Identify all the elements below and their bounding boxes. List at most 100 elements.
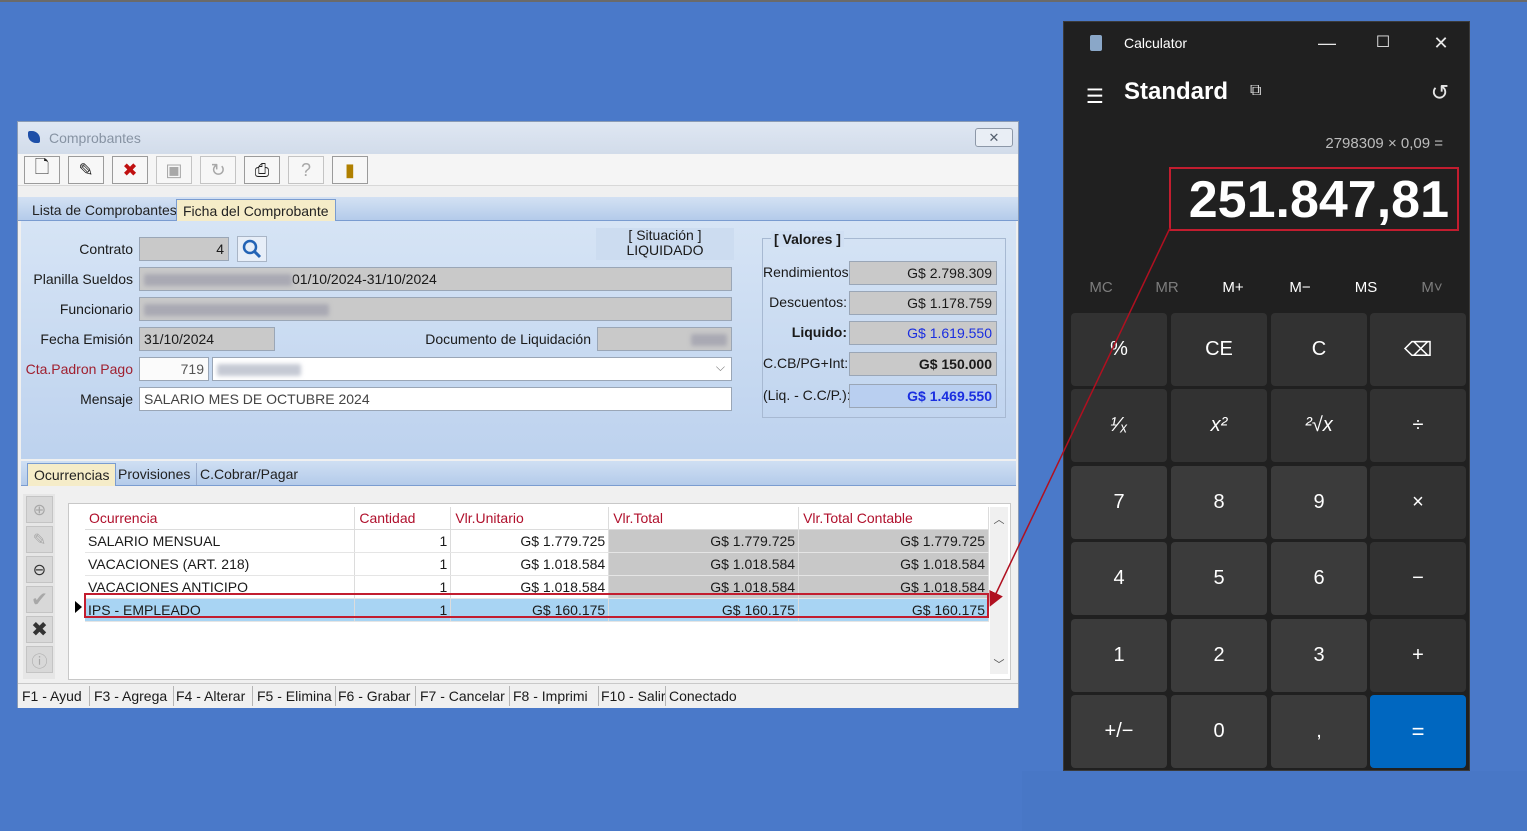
- new-doc-icon[interactable]: 🗋: [24, 156, 60, 184]
- decimal-button[interactable]: ,: [1271, 695, 1367, 768]
- fecha-emision-field[interactable]: 31/10/2024: [139, 327, 275, 351]
- cell-vlr-total-contable: G$ 1.018.584: [798, 552, 989, 576]
- planilla-field[interactable]: 01/10/2024-31/10/2024: [139, 267, 732, 291]
- calculator-icon: [1090, 35, 1102, 51]
- contrato-field[interactable]: 4: [139, 237, 229, 261]
- table-row[interactable]: VACACIONES (ART. 218) 1 G$ 1.018.584 G$ …: [85, 552, 989, 576]
- status-f7[interactable]: F7 - Cancelar: [420, 688, 508, 704]
- cta-padron-select[interactable]: ⌵: [212, 357, 732, 381]
- divide-button[interactable]: ÷: [1370, 389, 1466, 462]
- print-icon[interactable]: ⎙: [244, 156, 280, 184]
- digit-3-button[interactable]: 3: [1271, 619, 1367, 692]
- help-icon[interactable]: ?: [288, 156, 324, 184]
- memory-list-button[interactable]: M˅: [1400, 279, 1464, 296]
- edit-row-icon[interactable]: ✎: [26, 526, 53, 553]
- status-f1[interactable]: F1 - Ayud: [22, 688, 88, 704]
- digit-5-button[interactable]: 5: [1171, 542, 1267, 615]
- status-f8[interactable]: F8 - Imprimi: [513, 688, 597, 704]
- table-row[interactable]: SALARIO MENSUAL 1 G$ 1.779.725 G$ 1.779.…: [85, 529, 989, 553]
- save-icon[interactable]: ▣: [156, 156, 192, 184]
- tab-lista-comprobantes[interactable]: Lista de Comprobantes: [26, 199, 183, 221]
- status-f3[interactable]: F3 - Agrega: [94, 688, 172, 704]
- remove-row-icon[interactable]: ⊖: [26, 556, 53, 583]
- screen-top-border: [0, 0, 1527, 2]
- doc-liquidacion-field[interactable]: [597, 327, 732, 351]
- digit-4-button[interactable]: 4: [1071, 542, 1167, 615]
- minimize-button[interactable]: —: [1307, 30, 1347, 56]
- memory-clear-button[interactable]: MC: [1069, 279, 1133, 296]
- funcionario-field[interactable]: [139, 297, 732, 321]
- backspace-button[interactable]: ⌫: [1370, 313, 1466, 386]
- search-icon: [242, 239, 262, 259]
- keep-on-top-icon[interactable]: ⧉: [1250, 82, 1261, 100]
- memory-subtract-button[interactable]: M−: [1268, 279, 1332, 296]
- digit-0-button[interactable]: 0: [1171, 695, 1267, 768]
- info-icon[interactable]: ⓘ: [26, 646, 53, 673]
- status-f6[interactable]: F6 - Grabar: [338, 688, 414, 704]
- cell-vlr-total: G$ 1.018.584: [608, 552, 800, 576]
- title-bar[interactable]: Comprobantes ✕: [18, 122, 1018, 154]
- situacion-label: [ Situación ]: [628, 227, 702, 243]
- search-contrato-button[interactable]: [237, 236, 267, 262]
- status-f4[interactable]: F4 - Alterar: [176, 688, 252, 704]
- cta-padron-label: Cta.Padron Pago: [25, 361, 133, 377]
- col-vlr-total-contable[interactable]: Vlr.Total Contable: [798, 507, 989, 530]
- memory-store-button[interactable]: MS: [1334, 279, 1398, 296]
- tab-provisiones[interactable]: Provisiones: [112, 463, 198, 485]
- ficha-panel: Contrato 4 [ Situación ] LIQUIDADO Plani…: [21, 221, 1016, 459]
- exit-icon[interactable]: ▮: [332, 156, 368, 184]
- col-cantidad[interactable]: Cantidad: [354, 507, 452, 530]
- edit-doc-icon[interactable]: ✎: [68, 156, 104, 184]
- square-button[interactable]: x²: [1171, 389, 1267, 462]
- delete-icon[interactable]: ✖: [112, 156, 148, 184]
- digit-9-button[interactable]: 9: [1271, 466, 1367, 539]
- sqrt-button[interactable]: ²√x: [1271, 389, 1367, 462]
- main-tabs: Lista de Comprobantes Ficha del Comproba…: [18, 197, 1018, 222]
- scroll-up-icon[interactable]: ︿: [990, 511, 1008, 527]
- subtract-button[interactable]: −: [1370, 542, 1466, 615]
- menu-icon[interactable]: ☰: [1086, 84, 1104, 109]
- digit-7-button[interactable]: 7: [1071, 466, 1167, 539]
- grid-scrollbar[interactable]: ︿ ﹀: [990, 507, 1008, 674]
- digit-1-button[interactable]: 1: [1071, 619, 1167, 692]
- tab-ficha-comprobante[interactable]: Ficha del Comprobante: [176, 199, 336, 222]
- equals-button[interactable]: =: [1370, 695, 1466, 768]
- planilla-label: Planilla Sueldos: [33, 271, 133, 287]
- cancel-icon[interactable]: ✖: [26, 616, 53, 643]
- reciprocal-button[interactable]: ¹⁄ₓ: [1071, 389, 1167, 462]
- situacion-box: [ Situación ] LIQUIDADO: [596, 228, 734, 260]
- refresh-icon[interactable]: ↻: [200, 156, 236, 184]
- current-row-indicator: [75, 601, 82, 613]
- status-f10[interactable]: F10 - Salir: [601, 688, 665, 704]
- multiply-button[interactable]: ×: [1370, 466, 1466, 539]
- memory-recall-button[interactable]: MR: [1135, 279, 1199, 296]
- cta-padron-field[interactable]: 719: [139, 357, 209, 381]
- percent-button[interactable]: %: [1071, 313, 1167, 386]
- scroll-down-icon[interactable]: ﹀: [990, 656, 1008, 672]
- window-title: Comprobantes: [49, 130, 141, 146]
- memory-add-button[interactable]: M+: [1201, 279, 1265, 296]
- status-f5[interactable]: F5 - Elimina: [257, 688, 335, 704]
- col-ocurrencia[interactable]: Ocurrencia: [85, 507, 356, 530]
- clear-entry-button[interactable]: CE: [1171, 313, 1267, 386]
- digit-6-button[interactable]: 6: [1271, 542, 1367, 615]
- ocurrencias-grid[interactable]: Ocurrencia Cantidad Vlr.Unitario Vlr.Tot…: [68, 503, 1011, 680]
- calculator-mode: Standard: [1124, 78, 1229, 105]
- mensaje-field[interactable]: SALARIO MES DE OCTUBRE 2024: [139, 387, 732, 411]
- close-button[interactable]: ✕: [975, 128, 1013, 147]
- maximize-button[interactable]: ☐: [1363, 30, 1403, 56]
- history-icon[interactable]: ↺: [1431, 80, 1449, 106]
- tab-ocurrencias[interactable]: Ocurrencias: [27, 463, 117, 486]
- add-row-icon[interactable]: ⊕: [26, 496, 53, 523]
- col-vlr-unitario[interactable]: Vlr.Unitario: [450, 507, 610, 530]
- close-calculator-button[interactable]: ✕: [1421, 30, 1461, 56]
- tab-cobrar-pagar[interactable]: C.Cobrar/Pagar: [194, 463, 304, 485]
- clear-button[interactable]: C: [1271, 313, 1367, 386]
- negate-button[interactable]: +/−: [1071, 695, 1167, 768]
- cell-ocurrencia: VACACIONES (ART. 218): [85, 552, 356, 576]
- digit-8-button[interactable]: 8: [1171, 466, 1267, 539]
- add-button[interactable]: +: [1370, 619, 1466, 692]
- confirm-icon[interactable]: ✔: [26, 586, 53, 613]
- col-vlr-total[interactable]: Vlr.Total: [608, 507, 800, 530]
- digit-2-button[interactable]: 2: [1171, 619, 1267, 692]
